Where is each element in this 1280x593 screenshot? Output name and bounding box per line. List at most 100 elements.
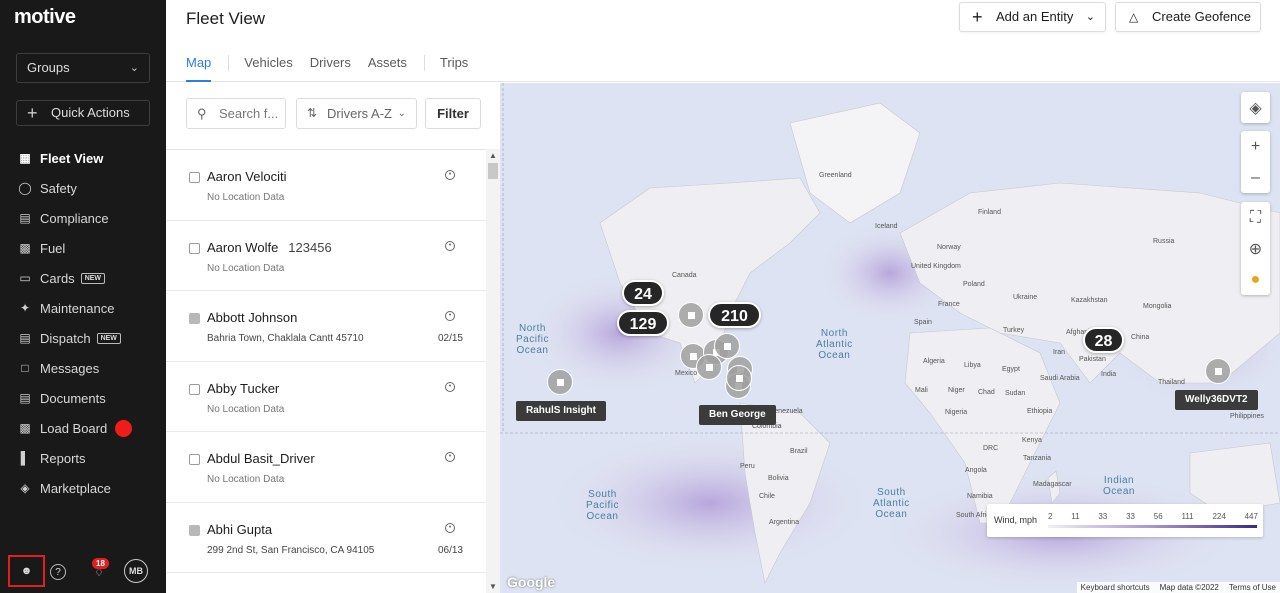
sidebar-item-fleet-view[interactable]: ▦ Fleet View: [0, 143, 166, 173]
sidebar-item-compliance[interactable]: ▤ Compliance: [0, 203, 166, 233]
sidebar-item-cards[interactable]: ▭ Cards NEW: [0, 263, 166, 293]
vehicle-pin[interactable]: [1205, 358, 1231, 384]
page-title: Fleet View: [186, 9, 266, 28]
user-settings-button[interactable]: ☻: [8, 555, 45, 587]
sidebar-item-safety[interactable]: ◯ Safety: [0, 173, 166, 203]
layers-control[interactable]: ◈: [1241, 92, 1270, 123]
clock-icon[interactable]: •: [445, 170, 455, 180]
sidebar-item-reports[interactable]: ▌ Reports: [0, 443, 166, 473]
list-item[interactable]: Abdul Basit_Driver No Location Data •: [166, 432, 486, 503]
map-place-label: Iceland: [875, 223, 898, 230]
terms-link[interactable]: Terms of Use: [1229, 582, 1276, 593]
tab-trips[interactable]: Trips: [440, 55, 468, 82]
locate-icon[interactable]: ⊕: [1241, 233, 1270, 264]
status-checkbox[interactable]: [189, 313, 200, 324]
fleet-map[interactable]: Greenland Iceland Norway Finland Russia …: [500, 83, 1280, 593]
help-button[interactable]: ?: [50, 564, 66, 580]
vehicle-pin[interactable]: [726, 365, 752, 391]
sidebar-item-label: Marketplace: [40, 480, 111, 496]
vehicle-pin[interactable]: [547, 369, 573, 395]
create-geofence-button[interactable]: △ Create Geofence: [1115, 2, 1261, 32]
map-place-label: Finland: [978, 209, 1001, 216]
search-input[interactable]: ⚲ Search f...: [186, 98, 286, 129]
map-place-label: Spain: [914, 319, 932, 326]
tab-drivers[interactable]: Drivers: [310, 55, 351, 82]
sidebar-item-fuel[interactable]: ▩ Fuel: [0, 233, 166, 263]
vehicle-label[interactable]: Ben George: [699, 405, 776, 425]
sidebar-item-dispatch[interactable]: ▤ Dispatch NEW: [0, 323, 166, 353]
quick-actions-button[interactable]: + Quick Actions: [16, 100, 150, 126]
map-place-label: Kazakhstan: [1071, 297, 1108, 304]
help-icon: ?: [55, 566, 61, 578]
status-checkbox[interactable]: [189, 454, 200, 465]
tab-map[interactable]: Map: [186, 55, 212, 82]
map-place-label: Greenland: [819, 172, 852, 179]
avatar[interactable]: MB: [124, 559, 148, 583]
vehicle-label[interactable]: Welly36DVT2: [1175, 390, 1258, 410]
clock-icon[interactable]: •: [445, 381, 455, 392]
layers-icon[interactable]: ◈: [1241, 92, 1270, 123]
sidebar-item-messages[interactable]: □ Messages: [0, 353, 166, 383]
keyboard-shortcuts-link[interactable]: Keyboard shortcuts: [1081, 582, 1150, 593]
sidebar-item-marketplace[interactable]: ◈ Marketplace: [0, 473, 166, 503]
driver-name: Aaron Wolfe 123456: [207, 239, 332, 255]
zoom-in-button[interactable]: +: [1241, 131, 1270, 162]
geofence-icon: △: [1129, 10, 1139, 24]
map-place-label: Peru: [740, 463, 755, 470]
street-view-icon[interactable]: ●: [1241, 264, 1270, 295]
notification-count-badge: 18: [92, 558, 109, 569]
vehicle-label[interactable]: RahulS Insight: [516, 401, 606, 421]
scroll-down-icon[interactable]: ▼: [489, 582, 497, 591]
status-checkbox[interactable]: [189, 383, 200, 395]
clock-icon[interactable]: •: [445, 311, 455, 321]
sidebar-item-label: Messages: [40, 360, 100, 376]
tab-assets[interactable]: Assets: [368, 55, 407, 82]
status-checkbox[interactable]: [189, 242, 200, 254]
scroll-up-icon[interactable]: ▲: [489, 151, 497, 160]
map-attribution: Keyboard shortcuts Map data ©2022 Terms …: [1076, 582, 1280, 593]
clock-icon[interactable]: •: [445, 240, 455, 251]
status-checkbox[interactable]: [189, 172, 200, 183]
vehicle-cluster[interactable]: 129: [617, 310, 669, 336]
map-place-label: Kenya: [1022, 437, 1042, 444]
list-item[interactable]: Abby Tucker No Location Data •: [166, 362, 486, 432]
legend-value: 33: [1098, 512, 1108, 521]
vehicle-pin[interactable]: [678, 302, 704, 328]
list-item[interactable]: Aaron Wolfe 123456 No Location Data •: [166, 221, 486, 291]
sort-dropdown[interactable]: ⇅ Drivers A-Z ⌄: [296, 98, 417, 129]
vehicle-pin[interactable]: [696, 354, 722, 380]
sidebar-item-maintenance[interactable]: ✦ Maintenance: [0, 293, 166, 323]
add-entity-label: Add an Entity: [996, 9, 1074, 24]
tab-vehicles[interactable]: Vehicles: [244, 55, 292, 82]
last-seen-date: 06/13: [437, 544, 463, 556]
reports-icon: ▌: [20, 451, 30, 465]
scrollbar-thumb[interactable]: [488, 163, 498, 179]
list-item[interactable]: Abhi Gupta 299 2nd St, San Francisco, CA…: [166, 503, 486, 573]
map-place-label: Argentina: [769, 519, 799, 526]
vehicle-cluster[interactable]: 24: [622, 280, 664, 306]
sidebar-item-documents[interactable]: ▤ Documents: [0, 383, 166, 413]
groups-dropdown[interactable]: Groups ⌄: [16, 53, 150, 83]
zoom-out-button[interactable]: –: [1241, 162, 1270, 193]
filter-button[interactable]: Filter: [425, 98, 481, 129]
vehicle-cluster[interactable]: 28: [1083, 327, 1124, 353]
clock-icon[interactable]: •: [445, 522, 455, 533]
vehicle-pin[interactable]: [714, 333, 740, 359]
marketplace-icon: ◈: [20, 481, 30, 495]
status-checkbox[interactable]: [189, 524, 200, 536]
map-place-label: Russia: [1153, 238, 1175, 245]
add-entity-button[interactable]: + Add an Entity ⌄: [959, 2, 1106, 32]
fullscreen-icon[interactable]: ⛶: [1241, 202, 1270, 233]
google-logo[interactable]: Google: [507, 574, 555, 590]
vehicle-cluster[interactable]: 210: [708, 302, 761, 328]
clock-icon[interactable]: •: [445, 452, 455, 462]
motive-logo[interactable]: motive: [14, 6, 76, 29]
create-geofence-label: Create Geofence: [1152, 9, 1252, 24]
sidebar-item-load-board[interactable]: ▩ Load Board: [0, 413, 166, 443]
list-item[interactable]: Abbott Johnson Bahria Town, Chaklala Can…: [166, 291, 486, 362]
list-item[interactable]: Aaron Velociti No Location Data •: [166, 150, 486, 221]
driver-name: Abdul Basit_Driver: [207, 451, 315, 466]
list-scrollbar[interactable]: ▲ ▼: [486, 149, 500, 593]
last-seen-date: 02/15: [437, 333, 463, 344]
ocean-label: North Atlantic Ocean: [816, 328, 853, 361]
